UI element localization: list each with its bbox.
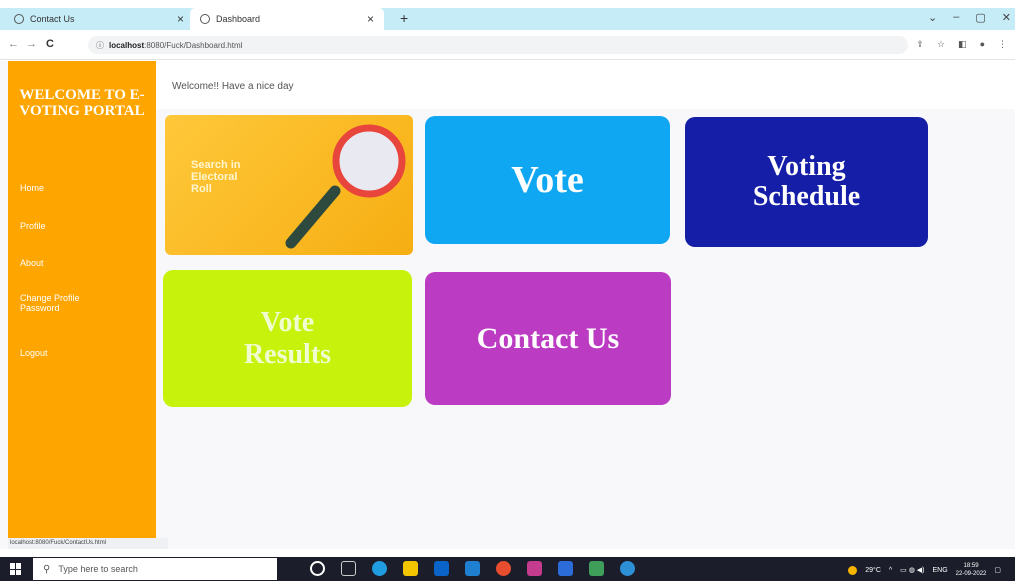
globe-icon (200, 14, 210, 24)
info-icon: ⓘ (96, 40, 104, 50)
search-icon: ⚲ (43, 563, 51, 575)
sidebar-item-profile[interactable]: Profile (20, 221, 46, 231)
sidebar-panel-icon[interactable]: ◧ (958, 39, 967, 50)
task-view-icon[interactable] (341, 561, 356, 576)
new-tab-button[interactable]: + (400, 10, 408, 26)
sidebar-item-home[interactable]: Home (20, 183, 44, 193)
browser-tab-bar: Contact Us × Dashboard × + ⌄ – ▢ ✕ (0, 8, 1015, 30)
mail-icon[interactable] (465, 561, 480, 576)
url-host: localhost (109, 40, 145, 50)
minimize-button[interactable]: – (953, 11, 959, 24)
extension-icons: ⇪ ☆ ◧ ● ⋮ (916, 39, 1007, 50)
sidebar-item-logout[interactable]: Logout (20, 348, 48, 358)
system-tray: 29°C ^ ▭ ◍ ◀) ENG 18:59 22-09-2022 ▢ (848, 562, 1001, 578)
vote-card[interactable]: Vote (425, 116, 670, 244)
clock-time: 18:59 (963, 563, 979, 569)
close-icon[interactable]: × (177, 12, 184, 26)
photos-icon[interactable] (558, 561, 573, 576)
share-icon[interactable]: ⇪ (916, 39, 924, 50)
taskbar-apps (310, 561, 635, 576)
forward-icon[interactable]: → (26, 38, 37, 50)
status-bar-url: localhost:8080/Fuck/ContactUs.html (8, 538, 168, 549)
notification-icon[interactable]: ▢ (994, 566, 1001, 574)
reload-icon[interactable]: C (46, 38, 54, 50)
sidebar-title: WELCOME TO E-VOTING PORTAL (19, 87, 145, 119)
taskbar-search-input[interactable]: ⚲ Type here to search (33, 558, 277, 580)
file-explorer-icon[interactable] (403, 561, 418, 576)
tab-dashboard[interactable]: Dashboard × (190, 8, 384, 30)
card-label: Search in Electoral Roll (191, 159, 241, 195)
store-icon[interactable] (434, 561, 449, 576)
app-icon[interactable] (527, 561, 542, 576)
sidebar-item-about[interactable]: About (20, 258, 44, 268)
welcome-message: Welcome!! Have a nice day (172, 81, 294, 92)
globe-icon (14, 14, 24, 24)
voting-schedule-card[interactable]: Voting Schedule (685, 117, 928, 247)
address-bar: ← → C ⓘ localhost :8080/Fuck/Dashboard.h… (0, 30, 1015, 60)
spreadsheet-icon[interactable] (589, 561, 604, 576)
clock[interactable]: 18:59 22-09-2022 (956, 562, 987, 578)
chrome-icon[interactable] (496, 561, 511, 576)
tray-icons[interactable]: ▭ ◍ ◀) (900, 566, 924, 574)
window-controls: ⌄ – ▢ ✕ (928, 11, 1011, 24)
clock-date: 22-09-2022 (955, 571, 987, 577)
weather-icon (848, 565, 858, 575)
menu-icon[interactable]: ⋮ (998, 39, 1007, 50)
page-header: Welcome!! Have a nice day (156, 61, 1015, 109)
temperature: 29°C (865, 566, 881, 574)
chevron-down-icon[interactable]: ⌄ (928, 11, 937, 24)
tab-label: Dashboard (216, 14, 261, 24)
tab-contact-us[interactable]: Contact Us × (14, 8, 194, 30)
windows-taskbar: ⚲ Type here to search 29°C ^ ▭ ◍ ◀) ENG … (0, 557, 1015, 581)
profile-icon[interactable]: ● (980, 39, 985, 50)
edge-icon[interactable] (372, 561, 387, 576)
chevron-up-icon[interactable]: ^ (889, 567, 892, 574)
url-path: :8080/Fuck/Dashboard.html (144, 40, 243, 50)
sidebar: WELCOME TO E-VOTING PORTAL Home Profile … (8, 61, 156, 549)
cortana-icon[interactable] (310, 561, 325, 576)
url-input[interactable]: ⓘ localhost :8080/Fuck/Dashboard.html (88, 36, 908, 54)
magnifier-icon (285, 124, 406, 249)
close-icon[interactable]: × (367, 12, 374, 26)
windows-start-icon[interactable] (10, 563, 22, 575)
maximize-button[interactable]: ▢ (975, 11, 985, 24)
back-icon[interactable]: ← (8, 38, 19, 50)
language-indicator[interactable]: ENG (933, 567, 948, 574)
contact-us-card[interactable]: Contact Us (425, 272, 671, 405)
search-electoral-roll-card[interactable]: Search in Electoral Roll (165, 115, 413, 255)
sidebar-item-change-password[interactable]: Change Profile Password (20, 293, 120, 313)
page-content: WELCOME TO E-VOTING PORTAL Home Profile … (0, 61, 1015, 549)
tab-label: Contact Us (30, 14, 75, 24)
star-icon[interactable]: ☆ (937, 39, 945, 50)
search-placeholder: Type here to search (58, 564, 138, 574)
vote-results-card[interactable]: Vote Results (163, 270, 412, 407)
close-window-button[interactable]: ✕ (1002, 11, 1011, 24)
browser-active-icon[interactable] (620, 561, 635, 576)
